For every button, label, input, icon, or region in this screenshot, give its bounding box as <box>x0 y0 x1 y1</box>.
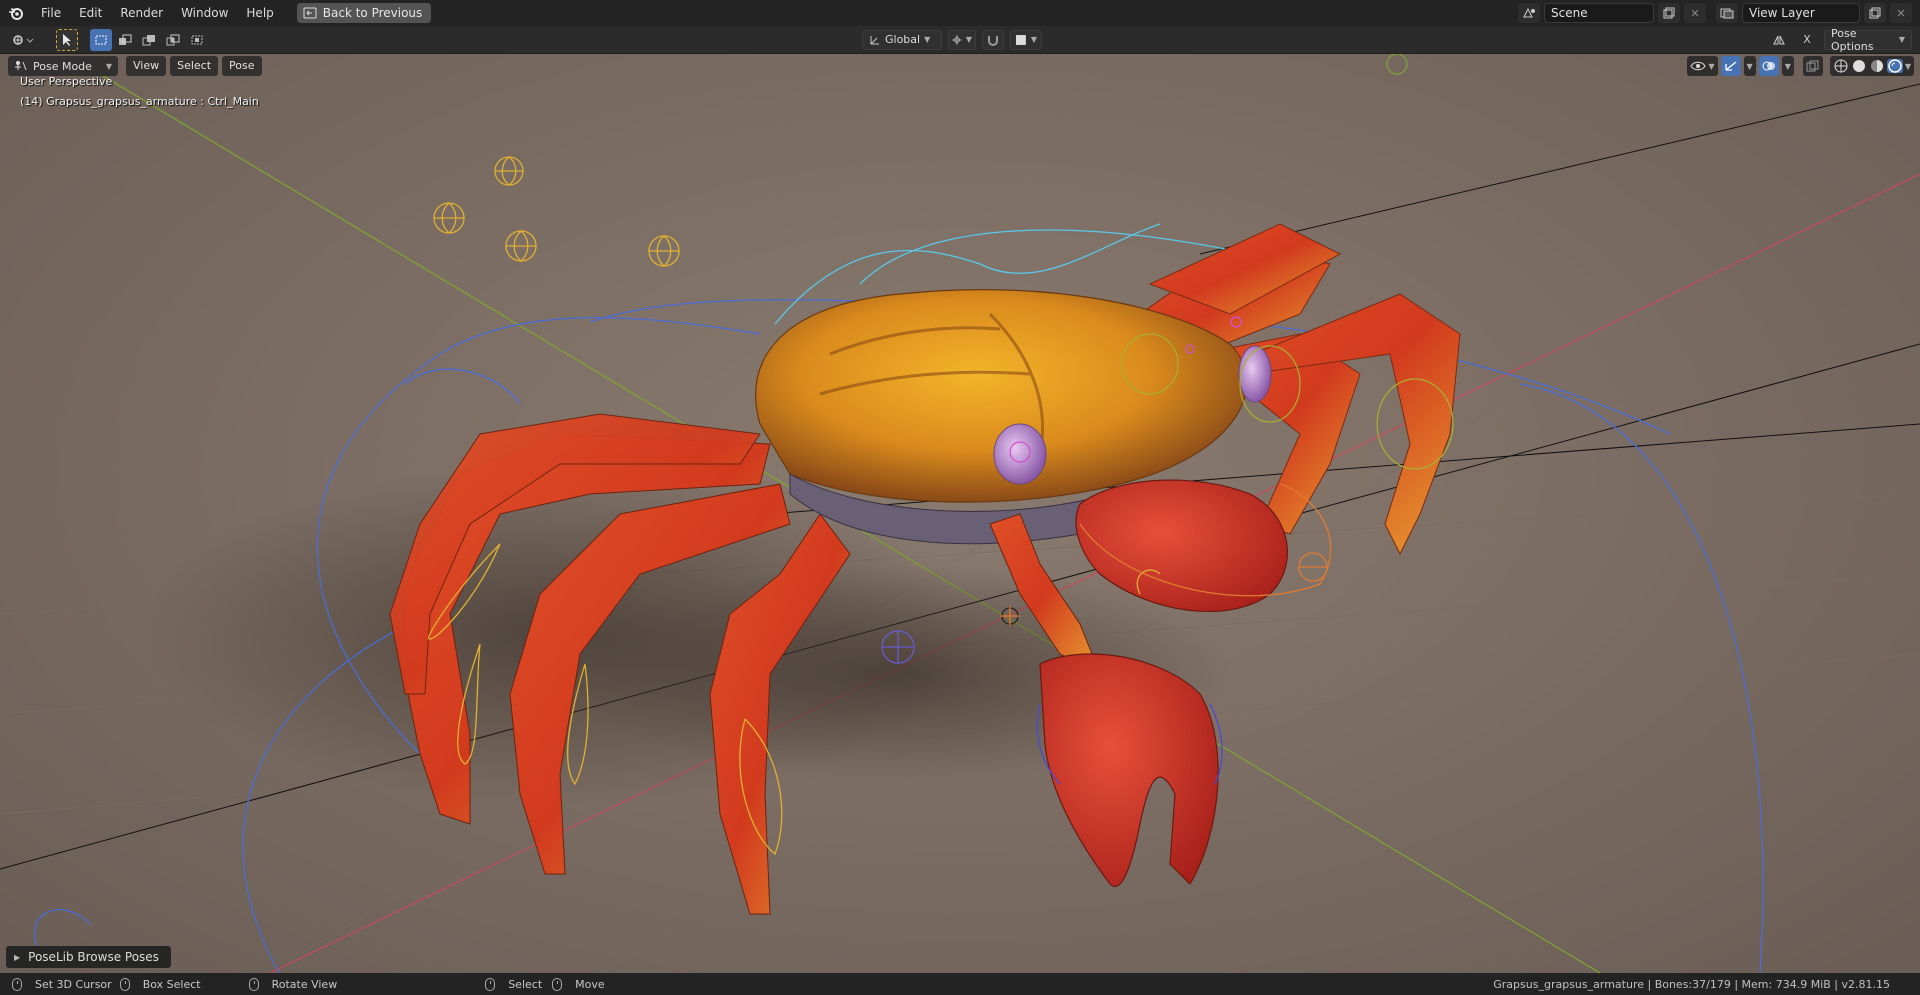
select-subtract-icon[interactable] <box>138 29 160 51</box>
chevron-down-icon: ▼ <box>1746 61 1753 71</box>
menu-edit[interactable]: Edit <box>70 3 111 23</box>
chevron-down-icon: ▼ <box>105 61 112 71</box>
scene-statistics: Grapsus_grapsus_armature | Bones:37/179 … <box>1493 977 1890 991</box>
mouse-left-icon <box>12 977 22 991</box>
hint-rotate-view: Rotate View <box>248 977 338 991</box>
pose-mode-icon <box>15 61 27 71</box>
menu-window[interactable]: Window <box>172 3 237 23</box>
hint-set-3d-cursor-label: Set 3D Cursor <box>35 977 112 991</box>
new-view-layer-icon[interactable] <box>1864 3 1886 23</box>
transform-orientation-dropdown[interactable]: Global ▼ <box>862 29 942 50</box>
gizmo-icon <box>1724 61 1736 71</box>
select-tool-icon[interactable] <box>56 28 78 51</box>
screen-back-icon <box>303 7 317 19</box>
snap-toggle[interactable] <box>982 29 1004 50</box>
overlays-toggle[interactable] <box>1758 56 1779 76</box>
interaction-mode-label: Pose Mode <box>33 59 92 73</box>
back-to-previous-button[interactable]: Back to Previous <box>296 3 432 23</box>
hint-rotate-view-label: Rotate View <box>271 977 338 991</box>
solid-shading-icon[interactable] <box>1851 59 1867 73</box>
x-mirror-toggle[interactable]: X <box>1796 29 1818 51</box>
overlays-icon <box>1762 61 1775 71</box>
mouse-drag-icon <box>119 977 130 991</box>
3d-viewport[interactable]: Pose Mode ▼ View Select Pose User Perspe… <box>0 54 1920 973</box>
chevron-down-icon: ▼ <box>924 35 931 44</box>
black-edge-line-3 <box>1199 83 1920 255</box>
chevron-down-icon: ▼ <box>965 35 972 44</box>
pose-options-label: Pose Options <box>1831 26 1874 53</box>
poselib-panel-label: PoseLib Browse Poses <box>28 950 159 964</box>
crab-left-eye <box>993 423 1047 485</box>
mouse-middle-icon <box>248 977 259 991</box>
chevron-down-icon[interactable]: ▼ <box>1905 62 1911 71</box>
chevron-down-icon: ▼ <box>1898 35 1905 44</box>
magnet-icon <box>988 35 998 46</box>
mouse-right-icon <box>485 977 496 991</box>
editor-type-icon[interactable] <box>8 29 38 51</box>
chevron-down-icon: ▼ <box>1030 35 1037 44</box>
status-bar: Set 3D Cursor Box Select Rotate View Sel… <box>0 973 1920 995</box>
menu-render[interactable]: Render <box>111 3 172 23</box>
hint-select-label: Select <box>508 977 543 991</box>
orientation-label: Global <box>885 33 921 46</box>
delete-scene-icon[interactable]: ✕ <box>1684 3 1706 23</box>
xray-icon <box>1806 60 1819 72</box>
eye-icon <box>1690 61 1706 71</box>
scene-selector-icon[interactable] <box>1518 3 1540 23</box>
visibility-dropdown[interactable]: ▼ <box>1687 56 1718 76</box>
select-extend-icon[interactable] <box>114 29 136 51</box>
view-layer-name-field[interactable]: View Layer <box>1742 3 1860 23</box>
chevron-down-icon: ▼ <box>1708 61 1715 71</box>
menu-file[interactable]: File <box>32 3 70 23</box>
select-invert-icon[interactable] <box>162 29 184 51</box>
snap-increment-icon <box>1015 34 1026 45</box>
gizmo-dropdown[interactable]: ▼ <box>1743 56 1756 76</box>
back-to-previous-label: Back to Previous <box>322 6 423 20</box>
wireframe-shading-icon[interactable] <box>1833 59 1849 73</box>
crab-right-eye <box>1238 345 1272 403</box>
select-intersect-icon[interactable] <box>186 29 208 51</box>
pivot-icon <box>952 34 962 45</box>
poselib-browse-poses-panel[interactable]: ▶ PoseLib Browse Poses <box>6 946 171 968</box>
tool-header: Global ▼ ▼ ▼ X Pose Options ▼ <box>0 26 1920 54</box>
shading-group: ▼ <box>1829 56 1914 76</box>
hint-select: Select <box>485 977 543 991</box>
panel-expand-icon: ▶ <box>14 952 21 962</box>
mouse-right-drag-icon <box>552 977 563 991</box>
scene-name-field[interactable]: Scene <box>1544 3 1654 23</box>
delete-view-layer-icon[interactable]: ✕ <box>1890 3 1912 23</box>
scene-canvas <box>0 54 1920 973</box>
top-menu-bar: File Edit Render Window Help Back to Pre… <box>0 0 1920 26</box>
hint-move: Move <box>552 977 605 991</box>
select-new-icon[interactable] <box>90 28 112 51</box>
hint-set-3d-cursor: Set 3D Cursor <box>12 977 112 991</box>
hint-box-select: Box Select <box>119 977 201 991</box>
material-shading-icon[interactable] <box>1869 59 1885 73</box>
view-perspective-label: User Perspective <box>20 75 113 88</box>
mirror-icon[interactable] <box>1768 29 1790 51</box>
hint-move-label: Move <box>575 977 605 991</box>
chevron-down-icon: ▼ <box>1784 61 1791 71</box>
pivot-point-dropdown[interactable]: ▼ <box>948 29 976 50</box>
menu-help[interactable]: Help <box>237 3 282 23</box>
snap-target-dropdown[interactable]: ▼ <box>1010 29 1042 50</box>
overlays-dropdown[interactable]: ▼ <box>1781 56 1794 76</box>
pose-options-dropdown[interactable]: Pose Options ▼ <box>1824 26 1912 53</box>
hint-box-select-label: Box Select <box>142 977 201 991</box>
crab-lower-claw <box>1039 653 1219 887</box>
selection-mode-group <box>90 28 208 51</box>
active-object-label: (14) Grapsus_grapsus_armature : Ctrl_Mai… <box>20 95 259 108</box>
blender-logo-icon[interactable] <box>0 0 32 26</box>
view-layer-selector-icon[interactable] <box>1716 3 1738 23</box>
rendered-shading-icon[interactable] <box>1886 59 1903 73</box>
new-scene-icon[interactable] <box>1658 3 1680 23</box>
orientation-icon <box>870 35 879 44</box>
xray-toggle[interactable] <box>1802 56 1823 76</box>
gizmo-toggle[interactable] <box>1720 56 1741 76</box>
